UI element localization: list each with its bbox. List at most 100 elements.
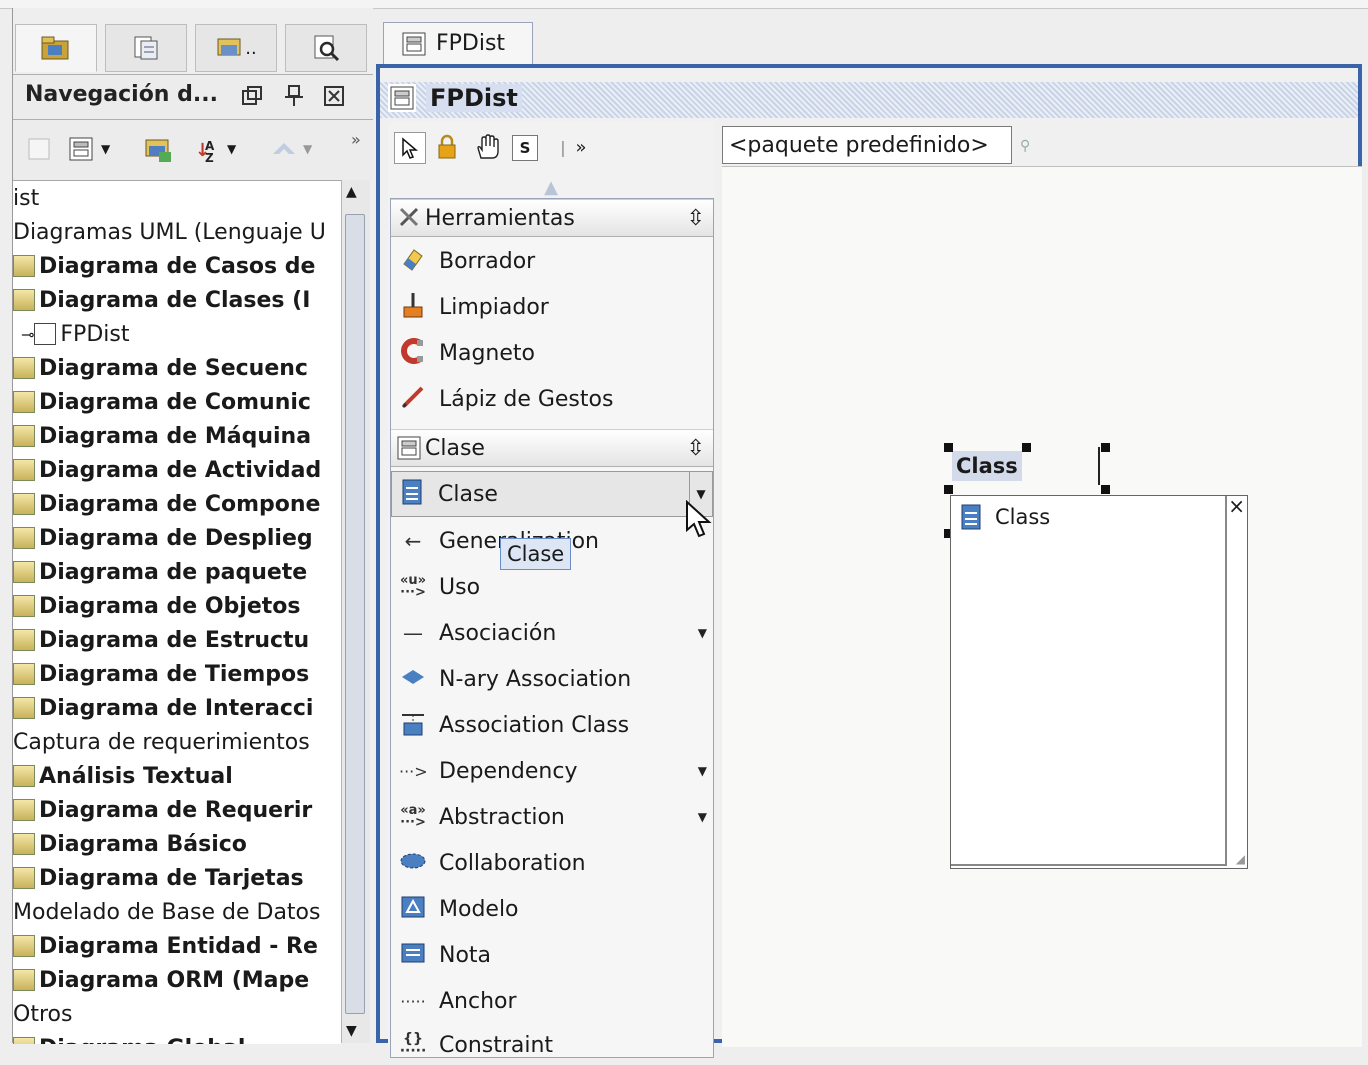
navigate-up-button[interactable]: ▼	[269, 134, 312, 164]
chevron-down-icon[interactable]: ▼	[698, 626, 707, 640]
resize-handle[interactable]	[1101, 443, 1110, 452]
add-diagram-button[interactable]: ▼	[67, 134, 110, 164]
close-icon[interactable]: ×	[1228, 494, 1245, 518]
package-field[interactable]: <paquete predefinido>	[722, 126, 1012, 164]
class-element[interactable]: Class	[944, 443, 1110, 538]
search-icon[interactable]: ⚲	[1020, 138, 1030, 154]
tree-item[interactable]: Diagrama de Desplieg	[13, 521, 313, 555]
tree-item[interactable]: Diagrama Global	[13, 1031, 245, 1044]
palette-item-nary-association[interactable]: N-ary Association	[399, 659, 631, 699]
palette-item-magneto[interactable]: Magneto	[399, 333, 535, 373]
more-tools-icon[interactable]: »	[351, 124, 361, 154]
tree-item[interactable]: Diagrama de Casos de	[13, 249, 315, 283]
chevron-down-icon[interactable]: ▼	[227, 142, 236, 156]
resize-grip-icon[interactable]: ◢	[1236, 852, 1245, 866]
tree-item[interactable]: Diagrama ORM (Mape	[13, 963, 309, 997]
category-clase[interactable]: Clase ⇳	[391, 429, 713, 467]
pin-icon[interactable]	[281, 83, 307, 109]
tree-scrollbar[interactable]: ▲ ▼	[341, 180, 370, 1043]
tree-item[interactable]: Captura de requerimientos	[13, 725, 310, 759]
tree-item[interactable]: Diagrama de Estructu	[13, 623, 309, 657]
tree-item-label: Diagrama de Desplieg	[39, 525, 313, 551]
palette-item-nota[interactable]: Nota	[399, 935, 491, 975]
mouse-cursor-icon	[686, 500, 712, 538]
sort-button[interactable]: ↓ A Z ▼	[193, 134, 236, 164]
tab-search[interactable]	[285, 24, 367, 72]
tree-item[interactable]: Diagrama de Secuenc	[13, 351, 308, 385]
tree-item[interactable]: Diagrama de Actividad	[13, 453, 321, 487]
model-icon	[399, 894, 427, 925]
chevron-down-icon[interactable]: ▼	[698, 810, 707, 824]
tree-item[interactable]: Diagrama de Tiempos	[13, 657, 309, 691]
model-button[interactable]	[143, 134, 175, 164]
palette-item-modelo[interactable]: Modelo	[399, 889, 519, 929]
tree-item-label: Diagrama de Clases (I	[39, 287, 311, 313]
collapse-expand-icon[interactable]: ⇳	[687, 436, 705, 461]
palette-item-association-class[interactable]: Association Class	[399, 705, 629, 745]
new-item-icon[interactable]	[25, 134, 53, 164]
resize-handle[interactable]	[944, 443, 953, 452]
magnifier-icon	[314, 35, 340, 62]
tab-diagram-navigator[interactable]	[105, 24, 187, 72]
tree-item[interactable]: ist	[13, 181, 39, 215]
tab-project-explorer[interactable]	[15, 24, 97, 72]
palette-item-clase-selected[interactable]: Clase ▼	[391, 471, 713, 517]
close-panel-icon[interactable]	[321, 83, 347, 109]
scroll-up-icon[interactable]: ▲	[346, 184, 357, 200]
scroll-down-icon[interactable]: ▼	[346, 1023, 357, 1039]
restore-window-icon[interactable]	[239, 83, 265, 109]
resize-handle[interactable]	[944, 485, 953, 494]
tree-item[interactable]: Diagrama de Tarjetas	[13, 861, 304, 895]
tooltip: Clase	[500, 538, 572, 570]
palette-item-asociacion[interactable]: — Asociación ▼	[399, 613, 713, 653]
tab-fpdist[interactable]: FPDist	[383, 22, 533, 64]
class-name-editor[interactable]: Class	[952, 451, 1022, 481]
tree-item[interactable]: Diagrama de Clases (I	[13, 283, 310, 317]
tree-item-label: Diagrama de Compone	[39, 491, 321, 517]
tree-item[interactable]: Diagrama de Interacci	[13, 691, 313, 725]
palette-item-collaboration[interactable]: Collaboration	[399, 843, 586, 883]
tree-item[interactable]: Diagrama de Compone	[13, 487, 320, 521]
palette-item-lapiz-gestos[interactable]: Lápiz de Gestos	[399, 379, 613, 419]
palette-item-dependency[interactable]: ···> Dependency ▼	[399, 751, 713, 791]
tree-item[interactable]: Diagrama Entidad - Re	[13, 929, 318, 963]
palette-item-abstraction[interactable]: «a» ···> Abstraction ▼	[399, 797, 713, 837]
palette-item-limpiador[interactable]: Limpiador	[399, 287, 549, 327]
tree-item[interactable]: Diagrama de Comunic	[13, 385, 311, 419]
model-tree: ist Diagramas UML (Lenguaje U Diagrama de …	[13, 180, 341, 1044]
select-pointer-icon[interactable]	[394, 132, 426, 164]
tree-item[interactable]: Diagramas UML (Lenguaje U	[13, 215, 326, 249]
suggestion-item[interactable]: Class	[959, 500, 1050, 534]
chevron-down-icon[interactable]: ▼	[101, 142, 110, 156]
hand-icon[interactable]	[472, 132, 502, 162]
item-label: Lápiz de Gestos	[439, 386, 614, 412]
tree-item[interactable]: Diagrama de paquete	[13, 555, 307, 589]
tree-item[interactable]: Diagrama de Objetos	[13, 589, 301, 623]
tree-item[interactable]: Análisis Textual	[13, 759, 233, 793]
palette-item-anchor[interactable]: ····· Anchor	[399, 981, 516, 1021]
tree-item[interactable]: Diagrama de Máquina	[13, 419, 311, 453]
s-toggle-button[interactable]: S	[512, 135, 538, 161]
category-herramientas[interactable]: Herramientas ⇳	[391, 199, 713, 237]
eraser-icon	[399, 246, 427, 277]
tree-item[interactable]: Modelado de Base de Datos	[13, 895, 320, 929]
palette-item-borrador[interactable]: Borrador	[399, 241, 535, 281]
resize-handle[interactable]	[1022, 443, 1031, 452]
scrollbar-thumb[interactable]	[345, 214, 365, 1014]
tree-item[interactable]: Otros	[13, 997, 72, 1031]
tab-model-explorer[interactable]: ..	[195, 24, 277, 72]
palette-item-clase[interactable]: Clase	[398, 474, 498, 514]
resize-handle[interactable]	[1101, 485, 1110, 494]
chevron-down-icon[interactable]: ▼	[698, 764, 707, 778]
tree-item[interactable]: Diagrama de Requerir	[13, 793, 312, 827]
collapse-expand-icon[interactable]: ⇳	[687, 206, 705, 231]
palette-item-uso[interactable]: «u» ···> Uso	[399, 567, 480, 607]
tree-item[interactable]: Diagrama Básico	[13, 827, 247, 861]
palette-item-constraint[interactable]: {} ····· Constraint	[399, 1025, 553, 1065]
diagram-canvas[interactable]: Class Class × ◢	[722, 166, 1362, 1047]
chevron-down-icon[interactable]: ▼	[303, 142, 312, 156]
constraint-icon: {} ·····	[399, 1031, 427, 1059]
lock-icon[interactable]	[432, 132, 462, 162]
more-tools-chevron-icon[interactable]: »	[566, 132, 596, 162]
tree-item[interactable]: ⊸ FPDist	[13, 317, 129, 351]
